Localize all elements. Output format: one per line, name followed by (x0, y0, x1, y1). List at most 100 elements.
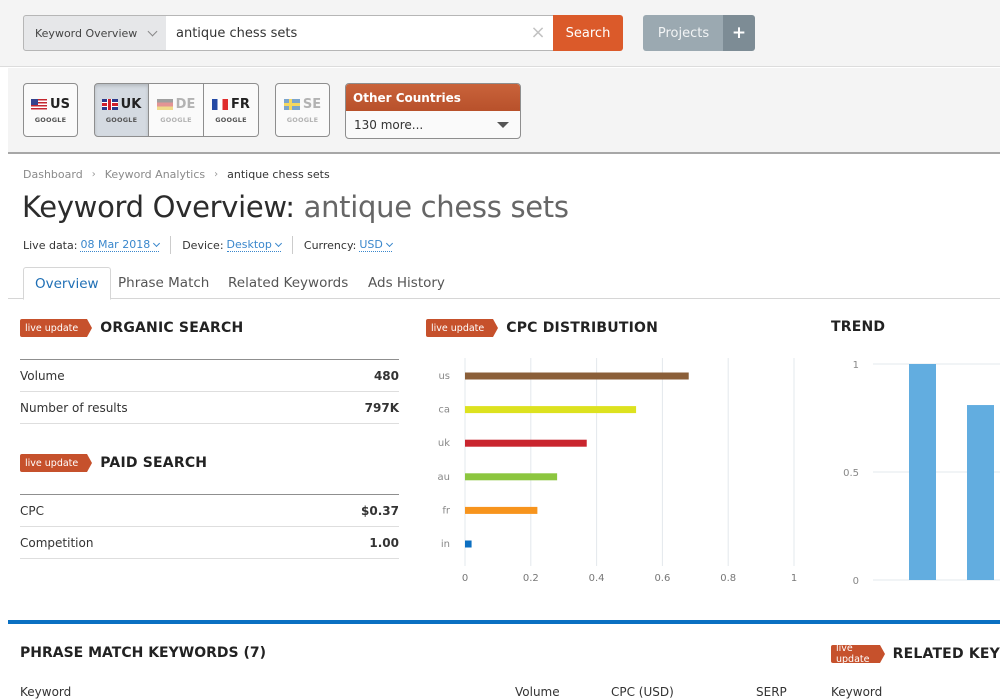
page-title-keyword: antique chess sets (294, 190, 569, 224)
currency-label: Currency: (303, 238, 357, 252)
organic-search-title: ORGANIC SEARCH (100, 320, 244, 336)
cpc-category-label: fr (442, 505, 451, 516)
cpc-category-label: us (438, 371, 450, 382)
tab-ads-history[interactable]: Ads History (368, 267, 445, 299)
country-code: UK (120, 96, 142, 112)
tab-overview[interactable]: Overview (23, 267, 111, 300)
country-se-button[interactable]: SE GOOGLE (275, 83, 330, 137)
live-update-badge: live update (20, 454, 93, 472)
country-fr-button[interactable]: FR GOOGLE (204, 83, 259, 137)
search-button[interactable]: Search (553, 15, 623, 51)
country-us-button[interactable]: US GOOGLE (23, 83, 78, 137)
metric-row-results: Number of results 797K (20, 392, 399, 424)
country-code: SE (302, 96, 322, 112)
cpc-bar-fr[interactable] (465, 506, 538, 514)
live-data-dropdown[interactable]: 08 Mar 2018 (80, 238, 161, 252)
cpc-bar-uk[interactable] (465, 439, 587, 447)
cpc-category-label: in (441, 539, 450, 550)
other-countries-title: Other Countries (346, 84, 520, 111)
chevron-down-icon (147, 26, 158, 37)
search-input-value: antique chess sets (176, 25, 298, 41)
metric-value: $0.37 (361, 503, 399, 518)
related-keywords-title: RELATED KEY (892, 646, 1000, 662)
metric-label: CPC (20, 503, 44, 518)
trend-y-tick-label: 0 (853, 576, 859, 587)
section-divider (8, 620, 1000, 624)
cpc-category-label: au (438, 472, 450, 483)
country-de-button[interactable]: DE GOOGLE (149, 83, 204, 137)
organic-search-header: live update ORGANIC SEARCH (20, 319, 243, 337)
uk-flag-icon (101, 98, 118, 110)
live-update-badge: live update (831, 643, 885, 665)
report-tabs: Overview Phrase Match Related Keywords A… (8, 267, 1000, 300)
tool-select-label: Keyword Overview (35, 26, 138, 40)
column-header-keyword[interactable]: Keyword (20, 685, 71, 699)
cpc-bar-ca[interactable] (465, 406, 637, 414)
metric-value: 1.00 (369, 535, 399, 550)
cpc-category-label: uk (438, 438, 450, 449)
trend-y-tick-label: 1 (853, 360, 859, 371)
live-data-value: 08 Mar 2018 (80, 238, 151, 251)
dropdown-triangle-icon (497, 122, 509, 128)
paid-search-header: live update PAID SEARCH (20, 454, 207, 472)
breadcrumb-dashboard[interactable]: Dashboard (23, 168, 83, 181)
cpc-distribution-chart: 0 0.2 0.4 0.6 0.8 1 us ca uk au fr in (438, 358, 797, 584)
breadcrumb-current: antique chess sets (227, 168, 330, 181)
live-update-badge: live update (20, 319, 93, 337)
fr-flag-icon (212, 98, 229, 110)
currency-dropdown[interactable]: USD (359, 238, 393, 252)
metric-row-volume: Volume 480 (20, 360, 399, 392)
cpc-x-tick-label: 0.2 (523, 573, 539, 584)
country-engine: GOOGLE (34, 115, 67, 124)
related-column-header-keyword[interactable]: Keyword (831, 685, 882, 699)
device-value: Desktop (226, 238, 272, 251)
country-code: DE (175, 96, 196, 112)
country-uk-button[interactable]: UK GOOGLE (94, 83, 149, 137)
breadcrumb-keyword-analytics[interactable]: Keyword Analytics (105, 168, 205, 181)
chevron-down-icon (274, 239, 282, 247)
cpc-bar-us[interactable] (465, 372, 689, 380)
trend-bar[interactable] (909, 364, 936, 580)
cpc-distribution-header: live update CPC DISTRIBUTION (426, 319, 658, 337)
cpc-bar-in[interactable] (465, 540, 472, 548)
trend-bar[interactable] (967, 405, 994, 580)
device-dropdown[interactable]: Desktop (226, 238, 282, 252)
tab-phrase-match[interactable]: Phrase Match (118, 267, 209, 299)
metric-value: 797K (364, 400, 399, 415)
trend-y-tick-label: 0.5 (843, 468, 859, 479)
cpc-x-tick-label: 0 (462, 573, 468, 584)
projects-button[interactable]: Projects (643, 15, 724, 51)
de-flag-icon (156, 98, 173, 110)
currency-value: USD (359, 238, 383, 251)
country-engine: GOOGLE (105, 115, 138, 124)
top-search-bar: Keyword Overview antique chess sets × Se… (0, 0, 1000, 67)
live-data-label: Live data: (23, 238, 78, 252)
chevron-down-icon (385, 239, 393, 247)
breadcrumb: Dashboard › Keyword Analytics › antique … (23, 168, 330, 181)
breadcrumb-separator-icon: › (214, 169, 219, 180)
other-countries-dropdown[interactable]: Other Countries 130 more... (345, 83, 521, 139)
tab-related-keywords[interactable]: Related Keywords (228, 267, 348, 299)
country-code: US (50, 96, 70, 112)
metric-label: Competition (20, 535, 94, 550)
currency-setting: Currency: USD (304, 236, 403, 254)
metric-label: Number of results (20, 400, 128, 415)
column-header-cpc[interactable]: CPC (USD) (611, 685, 674, 699)
column-header-volume[interactable]: Volume (515, 685, 560, 699)
clear-search-icon[interactable]: × (530, 24, 546, 42)
country-code: FR (231, 96, 250, 112)
device-setting: Device: Desktop (182, 236, 293, 254)
cpc-x-tick-label: 0.4 (589, 573, 605, 584)
trend-header: TREND (831, 319, 885, 335)
cpc-bar-au[interactable] (465, 473, 558, 481)
column-header-serp[interactable]: SERP (756, 685, 787, 699)
organic-metrics-table: Volume 480 Number of results 797K (20, 359, 399, 424)
live-data-setting: Live data: 08 Mar 2018 (23, 236, 172, 254)
paid-metrics-table: CPC $0.37 Competition 1.00 (20, 494, 399, 559)
other-countries-select[interactable]: 130 more... (346, 111, 520, 138)
trend-title: TREND (831, 319, 886, 335)
tool-select-dropdown[interactable]: Keyword Overview (23, 15, 167, 51)
keyword-search-input[interactable]: antique chess sets (166, 15, 554, 51)
metric-row-competition: Competition 1.00 (20, 527, 399, 559)
add-project-button[interactable]: + (723, 15, 755, 51)
